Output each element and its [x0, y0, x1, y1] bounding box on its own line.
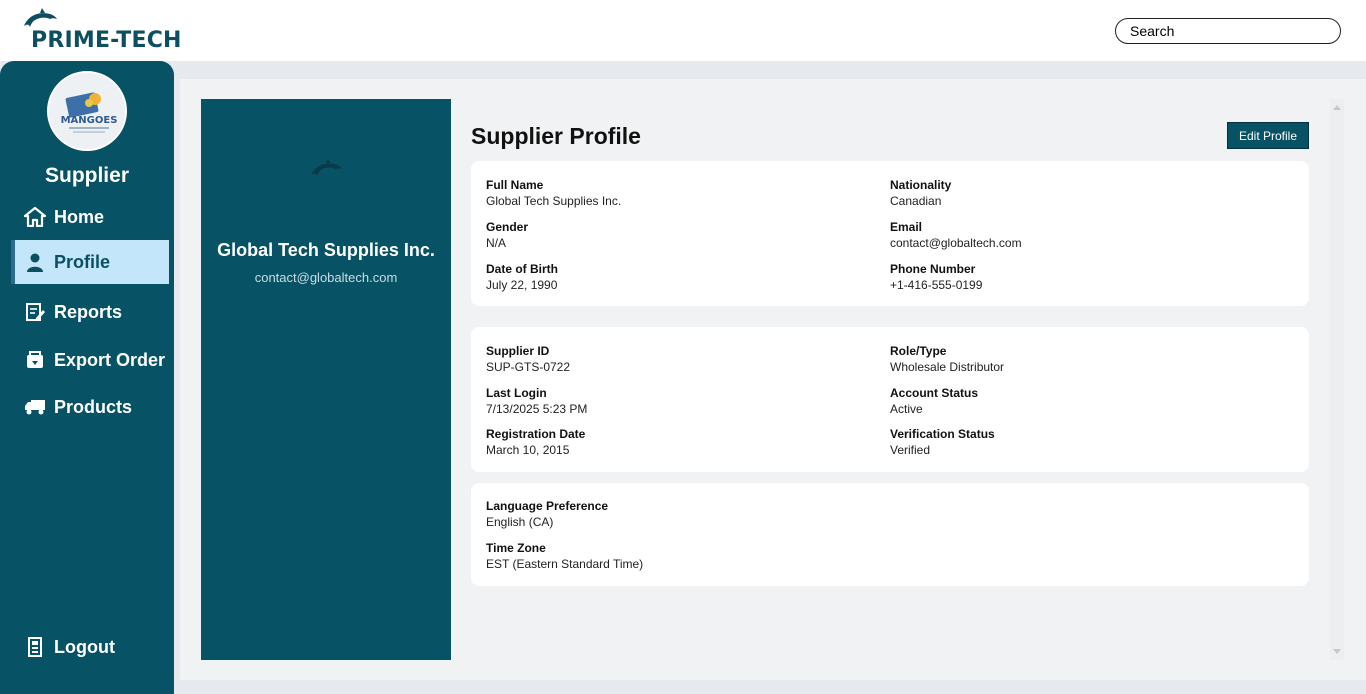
export-icon [23, 348, 47, 372]
company-email: contact@globaltech.com [254, 270, 398, 285]
dolphin-icon [24, 8, 57, 27]
sidebar-item-label: Home [54, 206, 105, 227]
field-email: Email contact@globaltech.com [890, 220, 1022, 250]
scroll-up-arrow-icon[interactable] [1333, 105, 1341, 110]
scroll-down-arrow-icon[interactable] [1333, 649, 1341, 654]
sidebar-item-profile[interactable]: Profile [11, 240, 169, 284]
field-account-status: Account Status Active [890, 386, 979, 416]
user-icon [23, 250, 47, 274]
preferences-section: Language Preference English (CA) Time Zo… [471, 483, 1309, 586]
page-title: Supplier Profile [471, 123, 641, 149]
profile-card: Global Tech Supplies Inc. contact@global… [201, 99, 451, 660]
sidebar: MANGOES Supplier Home Profile Reports Ex… [0, 61, 174, 694]
top-bar: PRIME-TECH [0, 0, 1366, 61]
avatar-image: MANGOES [49, 73, 125, 149]
field-supplier-id: Supplier ID SUP-GTS-0722 [486, 344, 571, 374]
field-gender: Gender N/A [486, 220, 529, 250]
field-language-preference: Language Preference English (CA) [486, 499, 609, 529]
sidebar-role-title: Supplier [44, 164, 129, 187]
logout-icon [23, 635, 47, 659]
home-icon [23, 205, 47, 229]
avatar-text: MANGOES [61, 115, 118, 126]
sidebar-item-label: Products [54, 396, 133, 417]
vertical-scrollbar[interactable] [1330, 99, 1344, 660]
edit-profile-button[interactable]: Edit Profile [1227, 122, 1309, 149]
field-nationality: Nationality Canadian [890, 178, 952, 208]
field-full-name: Full Name Global Tech Supplies Inc. [486, 178, 622, 208]
sidebar-item-home[interactable]: Home [11, 195, 169, 239]
field-date-of-birth: Date of Birth July 22, 1990 [486, 262, 558, 292]
search-input[interactable] [1115, 18, 1341, 44]
field-time-zone: Time Zone EST (Eastern Standard Time) [486, 541, 644, 571]
sidebar-item-export-order[interactable]: Export Order [11, 338, 169, 382]
field-verification-status: Verification Status Verified [890, 427, 995, 457]
sidebar-item-label: Profile [54, 251, 111, 272]
dolphin-icon [311, 159, 343, 176]
personal-info-section: Full Name Global Tech Supplies Inc. Gend… [471, 161, 1309, 306]
field-last-login: Last Login 7/13/2025 5:23 PM [486, 386, 588, 416]
field-phone-number: Phone Number +1-416-555-0199 [890, 262, 983, 292]
logout-label: Logout [54, 636, 115, 657]
field-registration-date: Registration Date March 10, 2015 [486, 427, 586, 457]
report-icon [23, 300, 47, 324]
logout-button[interactable]: Logout [11, 625, 169, 669]
sidebar-item-products[interactable]: Products [11, 385, 169, 429]
sidebar-item-label: Reports [54, 301, 123, 322]
sidebar-item-reports[interactable]: Reports [11, 290, 169, 334]
sidebar-item-label: Export Order [54, 349, 166, 370]
avatar[interactable]: MANGOES [47, 71, 127, 151]
truck-icon [23, 395, 47, 419]
brand-name: PRIME-TECH [31, 28, 182, 53]
account-info-section: Supplier ID SUP-GTS-0722 Last Login 7/13… [471, 327, 1309, 472]
brand-logo[interactable]: PRIME-TECH [22, 8, 192, 53]
company-name: Global Tech Supplies Inc. [217, 240, 435, 260]
field-role-type: Role/Type Wholesale Distributor [890, 344, 1005, 374]
